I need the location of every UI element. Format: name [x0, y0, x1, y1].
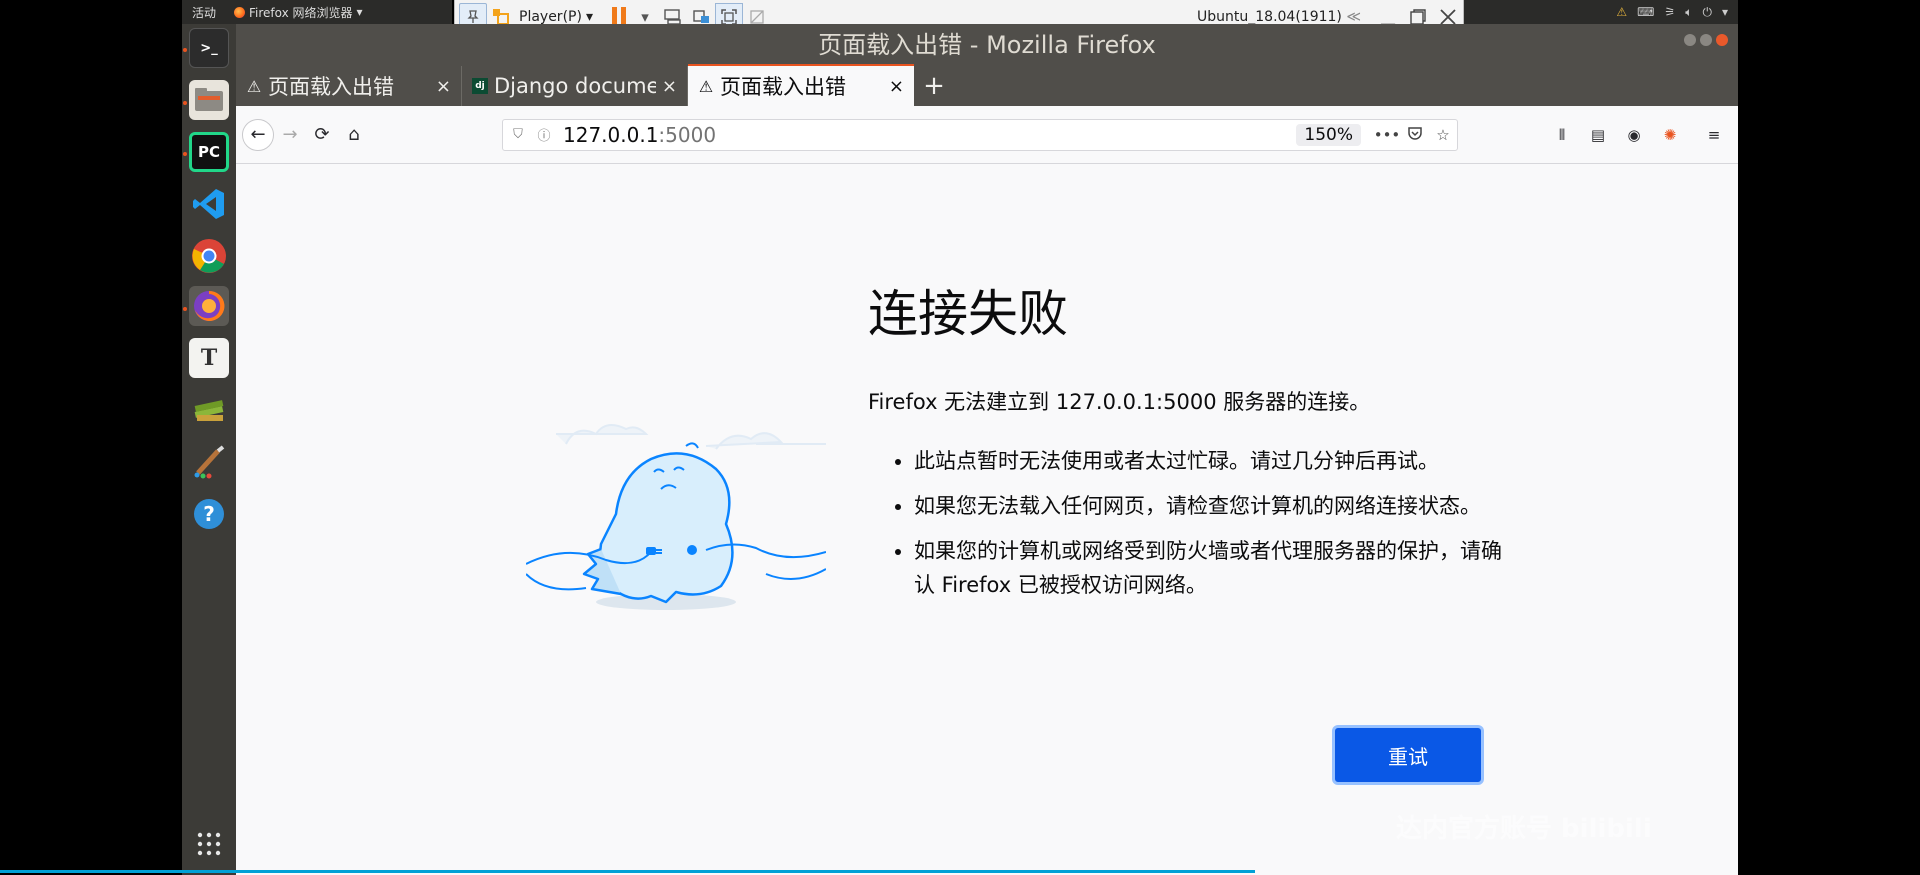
running-indicator	[183, 307, 187, 311]
vscode-icon[interactable]	[189, 184, 229, 224]
disconnected-dinosaur-illustration	[526, 424, 826, 610]
pycharm-icon[interactable]: PC	[189, 132, 229, 172]
new-tab-button[interactable]: +	[914, 66, 954, 106]
account-icon[interactable]: ◉	[1618, 119, 1650, 151]
help-icon[interactable]: ?	[189, 494, 229, 534]
close-icon[interactable]	[1716, 34, 1728, 46]
close-tab-icon[interactable]: ×	[436, 76, 451, 97]
window-title: 页面载入出错 - Mozilla Firefox	[236, 24, 1738, 62]
show-applications-icon[interactable]	[189, 824, 229, 864]
screen: 活动 Firefox 网络浏览器 ▾ Player(P) ▾ ▾ Ubuntu_…	[0, 0, 1920, 875]
retry-button[interactable]: 重试	[1335, 728, 1481, 782]
window-controls	[1684, 34, 1728, 46]
list-item: 如果您的计算机或网络受到防火墙或者代理服务器的保护，请确认 Firefox 已被…	[914, 534, 1504, 602]
info-icon[interactable]: ⓘ	[533, 125, 555, 144]
sidebar-icon[interactable]: ▤	[1582, 119, 1614, 151]
forward-button[interactable]: →	[274, 119, 306, 151]
files-icon[interactable]	[189, 80, 229, 120]
chevron-down-icon: ▾	[585, 8, 593, 25]
shield-icon[interactable]: ⛉	[507, 127, 529, 142]
activities-button[interactable]: 活动	[182, 4, 226, 21]
error-page: 连接失败 Firefox 无法建立到 127.0.0.1:5000 服务器的连接…	[236, 164, 1738, 875]
volume-icon[interactable]: 🔈︎	[1685, 5, 1692, 20]
bookmark-star-icon[interactable]: ☆	[1429, 126, 1457, 144]
app-menu[interactable]: Firefox 网络浏览器 ▾	[226, 4, 363, 21]
tab-page-load-error-1[interactable]: ⚠ 页面载入出错 ×	[236, 66, 462, 106]
app-menu-label: Firefox 网络浏览器	[249, 5, 353, 20]
close-tab-icon[interactable]: ×	[889, 76, 904, 97]
running-indicator	[183, 48, 187, 52]
extension-icon[interactable]: ✺	[1654, 119, 1686, 151]
player-menu[interactable]: Player(P) ▾	[519, 9, 593, 25]
pocket-icon[interactable]	[1401, 125, 1429, 145]
home-button[interactable]: ⌂	[338, 119, 370, 151]
tab-label: Django documen	[494, 74, 656, 98]
page-actions-icon[interactable]: •••	[1373, 126, 1401, 144]
player-menu-label: Player(P)	[519, 8, 582, 25]
power-icon[interactable]: ⏻	[1702, 5, 1712, 20]
svg-text:?: ?	[203, 502, 215, 526]
firefox-window: 页面载入出错 - Mozilla Firefox ⚠ 页面载入出错 × dj D…	[236, 24, 1738, 875]
navigation-toolbar: ← → ⟳ ⌂ ⛉ ⓘ 127.0.0.1:5000 150% ••• ☆ ⫴ …	[236, 106, 1738, 164]
tab-label: 页面载入出错	[720, 75, 846, 99]
tab-django-documentation[interactable]: dj Django documen ×	[462, 66, 688, 106]
warning-icon: ⚠	[698, 76, 714, 96]
url-bar[interactable]: ⛉ ⓘ 127.0.0.1:5000 150% ••• ☆	[502, 118, 1458, 151]
firefox-icon	[234, 6, 245, 18]
network-icon[interactable]: ⚞	[1665, 5, 1676, 19]
chevron-down-icon[interactable]: ▾	[1722, 5, 1728, 19]
zoom-level[interactable]: 150%	[1296, 123, 1361, 146]
collapse-toolbar-icon[interactable]: ≪	[1346, 9, 1361, 25]
tab-label: 页面载入出错	[268, 75, 394, 99]
typora-icon[interactable]: T	[189, 338, 229, 378]
keyboard-icon[interactable]: ⌨	[1637, 5, 1654, 19]
list-item: 如果您无法载入任何网页，请检查您计算机的网络连接状态。	[914, 489, 1504, 523]
chrome-icon[interactable]	[189, 236, 229, 276]
ubuntu-top-bar: 活动 Firefox 网络浏览器 ▾	[182, 0, 452, 24]
error-title: 连接失败	[868, 285, 1068, 343]
back-button[interactable]: ←	[242, 118, 274, 151]
vm-name: Ubuntu_18.04(1911) ≪	[1197, 8, 1361, 25]
chevron-down-icon: ▾	[356, 5, 363, 19]
notification-icon[interactable]: ⚠	[1616, 5, 1627, 19]
django-favicon-icon: dj	[472, 78, 488, 94]
menu-icon[interactable]: ≡	[1698, 119, 1730, 151]
tab-page-load-error-active[interactable]: ⚠ 页面载入出错 ×	[688, 64, 914, 106]
running-indicator	[183, 101, 187, 105]
books-icon[interactable]	[189, 390, 229, 430]
launcher-dock: >_ PC T ?	[182, 24, 236, 875]
video-progress-bar	[0, 870, 1255, 873]
watermark: 达内官方账号 bilibili	[1396, 814, 1652, 844]
error-suggestions-list: 此站点暂时无法使用或者太过忙碌。请过几分钟后再试。 如果您无法载入任何网页，请检…	[914, 444, 1504, 613]
paint-brush-icon[interactable]	[189, 442, 229, 482]
tab-bar: ⚠ 页面载入出错 × dj Django documen × ⚠ 页面载入出错 …	[236, 62, 1738, 106]
toolbar-right: ⫴ ▤ ◉ ✺ ≡	[1546, 119, 1730, 151]
terminal-icon[interactable]: >_	[189, 28, 229, 68]
firefox-icon[interactable]	[189, 286, 229, 326]
list-item: 此站点暂时无法使用或者太过忙碌。请过几分钟后再试。	[914, 444, 1504, 478]
warning-icon: ⚠	[246, 76, 262, 96]
minimize-icon[interactable]	[1684, 34, 1696, 46]
url-host: 127.0.0.1:5000	[563, 122, 717, 147]
reload-button[interactable]: ⟳	[306, 119, 338, 151]
maximize-icon[interactable]	[1700, 34, 1712, 46]
error-description: Firefox 无法建立到 127.0.0.1:5000 服务器的连接。	[868, 390, 1371, 414]
library-icon[interactable]: ⫴	[1546, 119, 1578, 151]
close-tab-icon[interactable]: ×	[662, 76, 677, 97]
running-indicator	[183, 152, 187, 156]
system-tray: ⚠ ⌨ ⚞ 🔈︎ ⏻ ▾	[1464, 0, 1738, 24]
